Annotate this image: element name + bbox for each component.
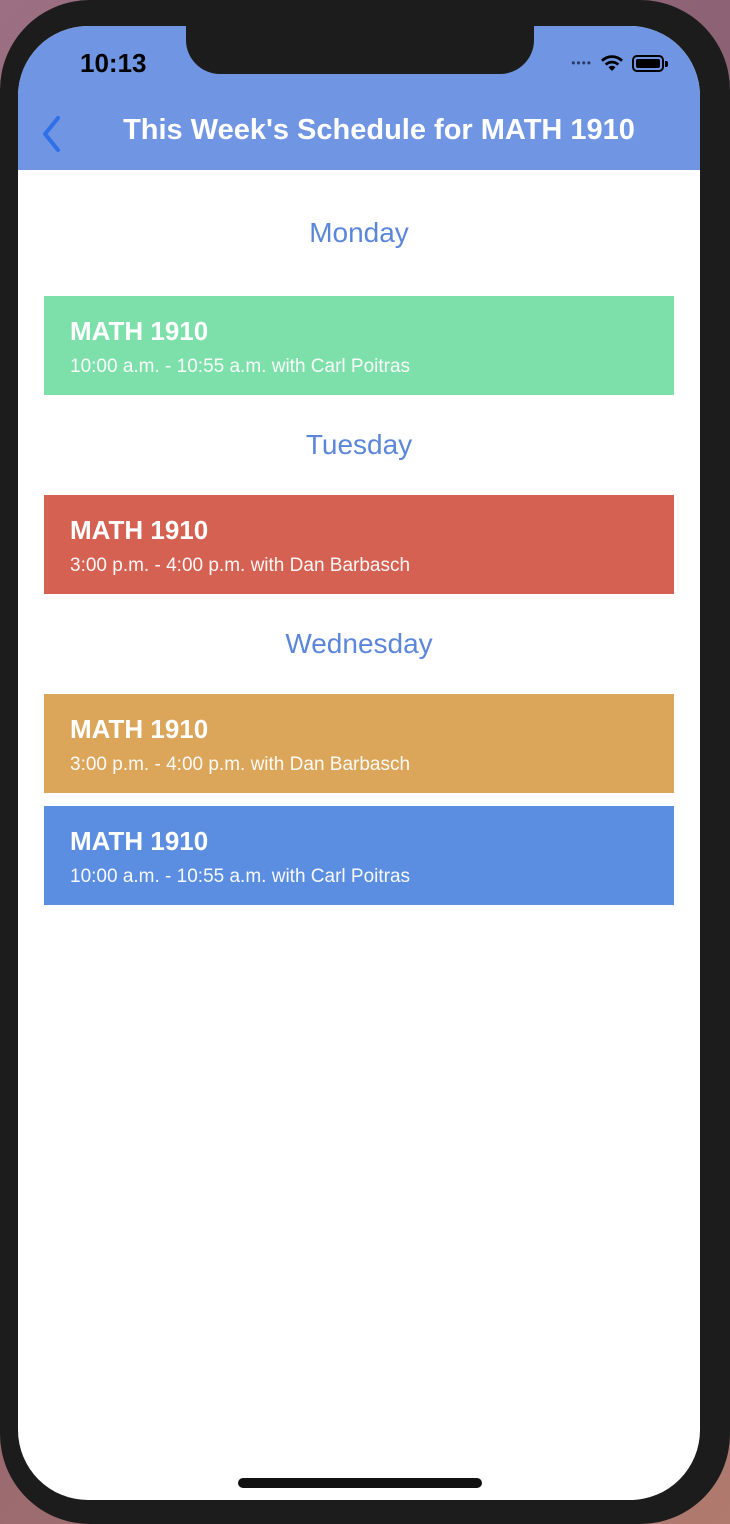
class-card[interactable]: MATH 1910 3:00 p.m. - 4:00 p.m. with Dan…	[44, 495, 674, 594]
class-card[interactable]: MATH 1910 3:00 p.m. - 4:00 p.m. with Dan…	[44, 694, 674, 793]
day-section-wednesday: Wednesday MATH 1910 3:00 p.m. - 4:00 p.m…	[18, 594, 700, 905]
day-section-tuesday: Tuesday MATH 1910 3:00 p.m. - 4:00 p.m. …	[18, 395, 700, 594]
chevron-left-icon	[43, 116, 60, 152]
status-indicators: ••••	[571, 52, 668, 74]
class-time-instructor: 3:00 p.m. - 4:00 p.m. with Dan Barbasch	[70, 754, 411, 775]
class-title: MATH 1910	[70, 714, 209, 744]
class-time-instructor: 3:00 p.m. - 4:00 p.m. with Dan Barbasch	[70, 555, 411, 576]
back-button[interactable]	[32, 112, 72, 156]
battery-icon	[632, 54, 668, 72]
app-screen: 10:13 •••• This Week's Schedule for MATH…	[18, 26, 700, 1500]
day-header: Tuesday	[305, 429, 413, 460]
device-notch	[186, 26, 534, 74]
navigation-bar: 10:13 •••• This Week's Schedule for MATH…	[18, 26, 700, 170]
class-time-instructor: 10:00 a.m. - 10:55 a.m. with Carl Poitra…	[70, 356, 411, 377]
class-title: MATH 1910	[70, 826, 209, 856]
class-card[interactable]: MATH 1910 10:00 a.m. - 10:55 a.m. with C…	[44, 296, 674, 395]
schedule-list: Monday MATH 1910 10:00 a.m. - 10:55 a.m.…	[18, 170, 700, 905]
home-indicator[interactable]	[238, 1478, 482, 1488]
wifi-icon	[601, 55, 623, 71]
class-time-instructor: 10:00 a.m. - 10:55 a.m. with Carl Poitra…	[70, 866, 411, 887]
day-header: Monday	[309, 217, 409, 248]
day-header: Wednesday	[285, 628, 433, 659]
class-title: MATH 1910	[70, 515, 209, 545]
page-title: This Week's Schedule for MATH 1910	[123, 114, 635, 146]
day-section-monday: Monday MATH 1910 10:00 a.m. - 10:55 a.m.…	[18, 170, 700, 395]
status-time: 10:13	[80, 48, 147, 78]
class-title: MATH 1910	[70, 316, 209, 346]
cellular-signal-icon: ••••	[571, 56, 592, 70]
class-card[interactable]: MATH 1910 10:00 a.m. - 10:55 a.m. with C…	[44, 806, 674, 905]
